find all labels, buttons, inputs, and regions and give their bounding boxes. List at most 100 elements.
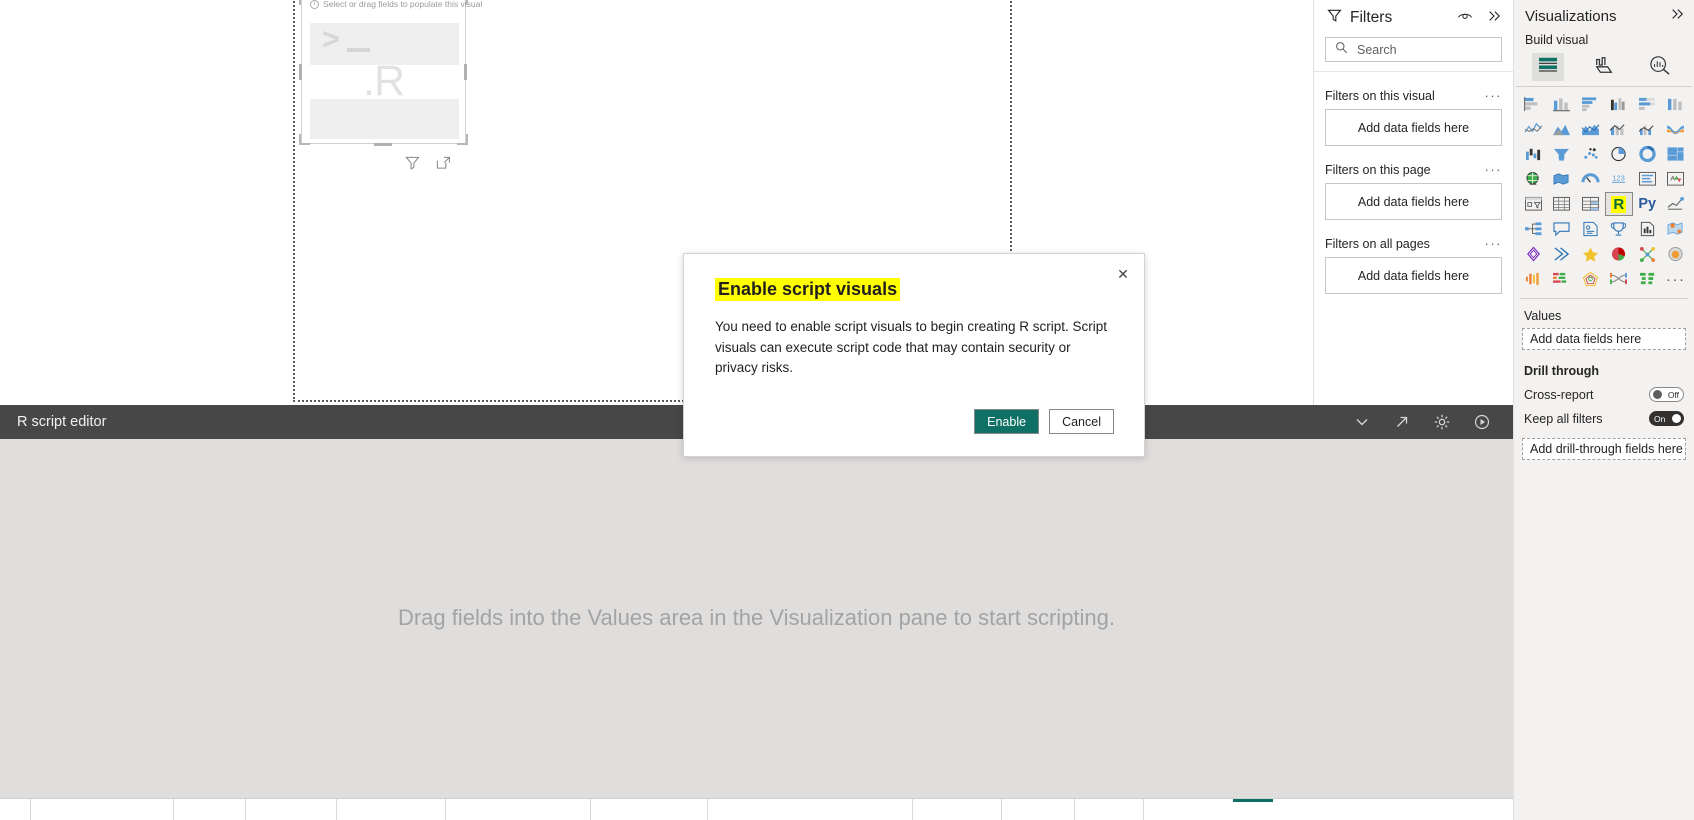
visual-type-narrative[interactable]: [1577, 218, 1604, 240]
chevron-down-icon[interactable]: [1353, 413, 1371, 431]
visual-type-area-chart[interactable]: [1549, 118, 1576, 140]
resize-handle-top-right[interactable]: [457, 0, 468, 5]
visualizations-header: Visualizations: [1514, 0, 1694, 30]
visual-type-ribbon-chart[interactable]: [1663, 118, 1690, 140]
visual-type-donut-chart[interactable]: [1634, 143, 1661, 165]
resize-handle-right[interactable]: [464, 64, 467, 80]
values-label: Values: [1524, 309, 1562, 323]
visual-type-matrix[interactable]: [1577, 193, 1604, 215]
visual-type-gauge[interactable]: [1577, 168, 1604, 190]
visual-type-scatter-chart[interactable]: [1577, 143, 1604, 165]
editor-toolbar: [1353, 413, 1491, 431]
funnel-icon: [1327, 8, 1342, 28]
filter-group-menu-button[interactable]: ···: [1485, 88, 1503, 103]
visual-type-power-apps[interactable]: [1520, 243, 1547, 265]
r-script-editor-title: R script editor: [17, 414, 107, 430]
visual-type-decomposition-tree[interactable]: [1520, 218, 1547, 240]
resize-handle-bottom-right[interactable]: [457, 134, 468, 145]
filter-group-menu-button[interactable]: ···: [1485, 236, 1503, 251]
run-script-icon[interactable]: [1473, 413, 1491, 431]
visual-type-power-automate[interactable]: [1549, 243, 1576, 265]
filter-icon[interactable]: [405, 155, 420, 170]
visual-type-clustered-column-chart[interactable]: [1606, 93, 1633, 115]
visual-type-q-and-a[interactable]: [1549, 218, 1576, 240]
resize-handle-top-left[interactable]: [299, 0, 310, 5]
cross-report-state: Off: [1667, 389, 1679, 400]
close-icon[interactable]: ✕: [1111, 262, 1135, 286]
analytics-magnifier-icon: [1649, 55, 1671, 80]
visual-type-line-clustered-column-chart[interactable]: [1634, 118, 1661, 140]
cross-report-row: Cross-report Off: [1522, 387, 1686, 402]
r-script-visual-placeholder[interactable]: Select or drag fields to populate this v…: [301, 0, 482, 144]
visual-type-slicer[interactable]: [1520, 193, 1547, 215]
gear-icon[interactable]: [1433, 413, 1451, 431]
visual-type-line-chart[interactable]: [1520, 118, 1547, 140]
visual-type-gantt[interactable]: [1549, 268, 1576, 290]
prompt-glyph: >: [322, 23, 340, 56]
build-fields-icon: [1537, 56, 1559, 79]
filter-drop-zone[interactable]: Add data fields here: [1325, 257, 1502, 294]
visual-type-line-stacked-column-chart[interactable]: [1606, 118, 1633, 140]
visual-type-waterfall-chart[interactable]: [1520, 143, 1547, 165]
filter-drop-zone[interactable]: Add data fields here: [1325, 109, 1502, 146]
visual-type-100-stacked-column-chart[interactable]: [1663, 93, 1690, 115]
visual-type-bubble[interactable]: [1663, 243, 1690, 265]
resize-handle-bottom-left[interactable]: [299, 134, 310, 145]
enable-button[interactable]: Enable: [974, 409, 1040, 434]
page-tab-bar[interactable]: [0, 798, 1513, 820]
resize-handle-bottom[interactable]: [374, 143, 392, 146]
visual-type-card[interactable]: 123: [1606, 168, 1633, 190]
more-visuals-button[interactable]: ···: [1663, 268, 1690, 290]
visual-type-100-stacked-bar-chart[interactable]: [1634, 93, 1661, 115]
values-drop-zone[interactable]: Add data fields here: [1522, 328, 1686, 350]
tab-format[interactable]: [1588, 53, 1620, 81]
visual-type-arcgis-map[interactable]: [1663, 218, 1690, 240]
visual-type-kpi[interactable]: A: [1663, 168, 1690, 190]
toggle-knob: [1653, 390, 1662, 399]
visual-type-filled-map[interactable]: [1549, 168, 1576, 190]
visualizations-title: Visualizations: [1525, 8, 1617, 25]
visual-type-star-favorite[interactable]: [1577, 243, 1604, 265]
double-chevron-right-icon[interactable]: [1487, 9, 1501, 28]
visual-type-sankey[interactable]: [1606, 268, 1633, 290]
visual-type-sunburst[interactable]: [1606, 243, 1633, 265]
cross-report-toggle[interactable]: Off: [1649, 387, 1684, 402]
visual-type-multi-row-card[interactable]: [1634, 168, 1661, 190]
visual-type-funnel-chart[interactable]: [1549, 143, 1576, 165]
visual-type-bullet[interactable]: [1520, 268, 1547, 290]
visual-type-stacked-area-chart[interactable]: [1577, 118, 1604, 140]
keep-all-filters-label: Keep all filters: [1524, 411, 1603, 426]
focus-mode-icon[interactable]: [436, 155, 451, 170]
visual-type-radar[interactable]: [1577, 268, 1604, 290]
double-chevron-right-icon[interactable]: [1670, 7, 1684, 26]
filter-group-menu-button[interactable]: ···: [1485, 162, 1503, 177]
visual-type-map[interactable]: [1520, 168, 1547, 190]
tab-build[interactable]: [1532, 53, 1564, 81]
drill-through-drop-zone[interactable]: Add drill-through fields here: [1522, 438, 1686, 460]
visual-type-treemap-chart[interactable]: [1663, 143, 1690, 165]
enable-script-visuals-dialog: ✕ Enable script visuals You need to enab…: [683, 253, 1145, 457]
eye-icon[interactable]: [1457, 9, 1473, 27]
expand-arrow-icon[interactable]: [1393, 413, 1411, 431]
visual-type-r-script[interactable]: R: [1604, 192, 1633, 216]
visual-type-pie-chart[interactable]: [1606, 143, 1633, 165]
visual-type-key-influencers[interactable]: [1663, 193, 1690, 215]
visual-type-stacked-bar-chart[interactable]: [1520, 93, 1547, 115]
visual-type-stacked-column-chart[interactable]: [1549, 93, 1576, 115]
filter-drop-zone[interactable]: Add data fields here: [1325, 183, 1502, 220]
keep-all-filters-row: Keep all filters On: [1522, 411, 1686, 426]
visual-type-metrics[interactable]: [1606, 218, 1633, 240]
visual-type-tornado[interactable]: [1634, 268, 1661, 290]
visual-type-network[interactable]: [1634, 243, 1661, 265]
cancel-button[interactable]: Cancel: [1049, 409, 1114, 434]
visual-type-python-script[interactable]: Py: [1634, 193, 1661, 215]
visual-type-clustered-bar-chart[interactable]: [1577, 93, 1604, 115]
r-script-editor-body[interactable]: Drag fields into the Values area in the …: [0, 439, 1513, 798]
visual-type-table[interactable]: [1549, 193, 1576, 215]
visual-type-paginated-report[interactable]: [1634, 218, 1661, 240]
resize-handle-left[interactable]: [299, 64, 302, 80]
tab-analytics[interactable]: [1644, 53, 1676, 81]
python-script-glyph: Py: [1638, 195, 1657, 212]
filters-search-box[interactable]: Search: [1325, 37, 1502, 62]
keep-all-filters-toggle[interactable]: On: [1649, 411, 1684, 426]
